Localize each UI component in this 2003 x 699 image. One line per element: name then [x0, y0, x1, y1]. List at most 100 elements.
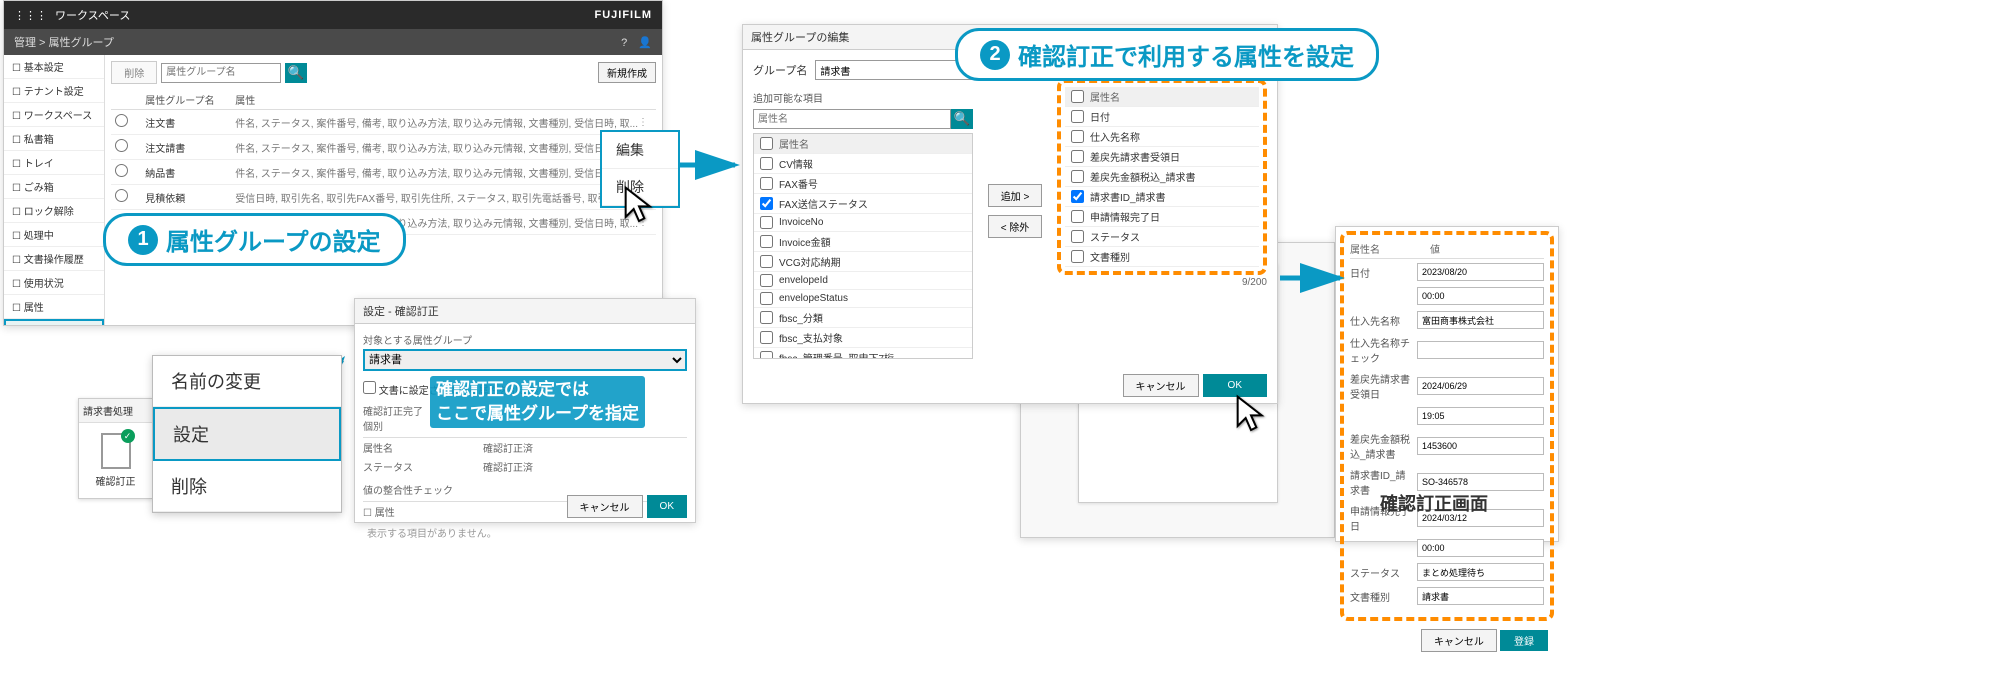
- property-input[interactable]: [1417, 587, 1544, 605]
- dialog-title: 設定 - 確認訂正: [355, 299, 695, 324]
- menu-edit[interactable]: 編集: [602, 132, 678, 169]
- menu-delete2[interactable]: 削除: [153, 461, 341, 512]
- list-item[interactable]: 差戻先金額税込_請求書: [1065, 167, 1259, 187]
- list-item[interactable]: FAX番号: [754, 174, 972, 194]
- remove-button[interactable]: < 除外: [988, 215, 1042, 238]
- list-item[interactable]: envelopeId: [754, 272, 972, 290]
- inherit-checkbox[interactable]: [363, 381, 376, 394]
- property-input[interactable]: [1417, 311, 1544, 329]
- callout-1-num: 1: [128, 225, 158, 255]
- sidebar-item[interactable]: ☐ ワークスペース: [4, 103, 104, 127]
- callout-1: 1 属性グループの設定: [103, 213, 406, 266]
- callout-2-num: 2: [980, 40, 1010, 70]
- counter: 9/200: [1057, 277, 1267, 288]
- group-select[interactable]: 請求書: [363, 349, 687, 371]
- table-row[interactable]: 見積依頼受信日時, 取引先名, 取引先FAX番号, 取引先住所, ステータス, …: [111, 185, 656, 210]
- document-icon: ✓: [101, 433, 131, 469]
- sidebar-item[interactable]: ☐ 使用状況: [4, 271, 104, 295]
- callout-1-text: 属性グループの設定: [166, 222, 381, 257]
- panel5-caption: 確認訂正画面: [1380, 490, 1488, 516]
- sidebar-item[interactable]: ☐ ロック解除: [4, 199, 104, 223]
- process-tile: 請求書処理 ✓ 確認訂正: [78, 398, 153, 499]
- label-target-group: 対象とする属性グループ: [363, 332, 687, 347]
- attr-search-input[interactable]: [753, 109, 951, 129]
- property-row: 差戻先金額税込_請求書: [1350, 431, 1544, 461]
- attr-search-button[interactable]: 🔍: [951, 109, 973, 129]
- menu-settings[interactable]: 設定: [153, 407, 341, 461]
- title-bar: ⋮⋮⋮ ワークスペース FUJIFILM: [4, 1, 662, 29]
- check-icon: ✓: [121, 429, 135, 443]
- list-item[interactable]: envelopeStatus: [754, 290, 972, 308]
- list-item[interactable]: InvoiceNo: [754, 214, 972, 232]
- sidebar-item[interactable]: ☐ ごみ箱: [4, 175, 104, 199]
- list-item[interactable]: Invoice金額: [754, 232, 972, 252]
- list-item[interactable]: 差戻先請求書受領日: [1065, 147, 1259, 167]
- edit-group-dialog: 属性グループの編集 グループ名 追加可能な項目 🔍 属性名CV情報FAX番号FA…: [742, 24, 1278, 404]
- sidebar-item[interactable]: ☐ 属性グループ: [4, 319, 104, 325]
- add-button[interactable]: 追加 >: [988, 184, 1042, 207]
- delete-button[interactable]: 削除: [111, 61, 157, 84]
- register-button[interactable]: 登録: [1500, 630, 1548, 651]
- table-row[interactable]: 納品書件名, ステータス, 案件番号, 備考, 取り込み方法, 取り込み元情報,…: [111, 160, 656, 185]
- tile-context-menu: 名前の変更 設定 削除: [152, 355, 342, 513]
- list-item[interactable]: 文書種別: [1065, 247, 1259, 267]
- table-row[interactable]: 注文書件名, ステータス, 案件番号, 備考, 取り込み方法, 取り込み元情報,…: [111, 110, 656, 135]
- user-icon[interactable]: 👤: [638, 37, 652, 49]
- list-item[interactable]: 属性名: [754, 134, 972, 154]
- list-item[interactable]: ステータス: [1065, 227, 1259, 247]
- search-input[interactable]: [161, 63, 281, 83]
- list-item[interactable]: 仕入先名称: [1065, 127, 1259, 147]
- tile-head: 請求書処理: [79, 399, 152, 423]
- ok-button[interactable]: OK: [647, 495, 687, 518]
- tile-label: 確認訂正: [85, 473, 146, 488]
- list-item[interactable]: CV情報: [754, 154, 972, 174]
- search-button[interactable]: 🔍: [285, 63, 307, 83]
- list-item[interactable]: FAX送信ステータス: [754, 194, 972, 214]
- help-icon[interactable]: ?: [621, 37, 627, 49]
- sidebar-item[interactable]: ☐ 基本設定: [4, 55, 104, 79]
- menu-icon[interactable]: ⋮⋮⋮: [14, 9, 47, 22]
- property-input[interactable]: [1417, 263, 1544, 281]
- sidebar-item[interactable]: ☐ 文書操作履歴: [4, 247, 104, 271]
- sidebar-item[interactable]: ☐ テナント設定: [4, 79, 104, 103]
- property-row: 仕入先名称チェック: [1350, 335, 1544, 365]
- app-title: ワークスペース: [55, 7, 595, 23]
- list-item[interactable]: 請求書ID_請求書: [1065, 187, 1259, 207]
- sidebar-item[interactable]: ☐ トレイ: [4, 151, 104, 175]
- sidebar-item[interactable]: ☐ 私書箱: [4, 127, 104, 151]
- property-input[interactable]: [1417, 473, 1544, 491]
- available-list[interactable]: 属性名CV情報FAX番号FAX送信ステータスInvoiceNoInvoice金額…: [753, 133, 973, 359]
- groupname-input[interactable]: [815, 60, 973, 80]
- cancel-button-5[interactable]: キャンセル: [1421, 629, 1497, 652]
- cursor-icon: [1235, 394, 1267, 434]
- list-item[interactable]: fbsc_分類: [754, 308, 972, 328]
- included-list[interactable]: 属性名日付仕入先名称差戻先請求書受領日差戻先金額税込_請求書請求書ID_請求書申…: [1065, 87, 1259, 267]
- th-name: 属性グループ名: [145, 92, 235, 107]
- property-input[interactable]: [1417, 377, 1544, 395]
- property-row: 文書種別: [1350, 587, 1544, 605]
- list-item[interactable]: 申請情報完了日: [1065, 207, 1259, 227]
- cursor-icon: [623, 185, 655, 225]
- cancel-button-3[interactable]: キャンセル: [1123, 374, 1199, 397]
- menu-rename[interactable]: 名前の変更: [153, 356, 341, 407]
- overlay-note: 確認訂正の設定では ここで属性グループを指定: [430, 376, 645, 428]
- sidebar-item[interactable]: ☐ 処理中: [4, 223, 104, 247]
- breadcrumb-bar: 管理 > 属性グループ ? 👤: [4, 29, 662, 55]
- list-item[interactable]: fbsc_管理番号_取申下7桁: [754, 348, 972, 359]
- main-panel: 削除 🔍 新規作成 属性グループ名 属性 注文書件名, ステータス, 案件番号,…: [105, 55, 662, 325]
- property-row: 日付: [1350, 263, 1544, 281]
- callout-2: 2 確認訂正で利用する属性を設定: [955, 28, 1379, 81]
- table-row[interactable]: 注文請書件名, ステータス, 案件番号, 備考, 取り込み方法, 取り込み元情報…: [111, 135, 656, 160]
- cancel-button[interactable]: キャンセル: [567, 495, 643, 518]
- property-input[interactable]: [1417, 437, 1544, 455]
- more-icon[interactable]: ⋮: [638, 117, 652, 128]
- list-item[interactable]: fbsc_支払対象: [754, 328, 972, 348]
- sidebar-item[interactable]: ☐ 属性: [4, 295, 104, 319]
- list-item[interactable]: 日付: [1065, 107, 1259, 127]
- list-item[interactable]: VCG対応納期: [754, 252, 972, 272]
- groupname-label: グループ名: [753, 62, 807, 78]
- property-input[interactable]: [1417, 341, 1544, 359]
- property-input[interactable]: [1417, 563, 1544, 581]
- list-item[interactable]: 属性名: [1065, 87, 1259, 107]
- new-button[interactable]: 新規作成: [598, 62, 656, 83]
